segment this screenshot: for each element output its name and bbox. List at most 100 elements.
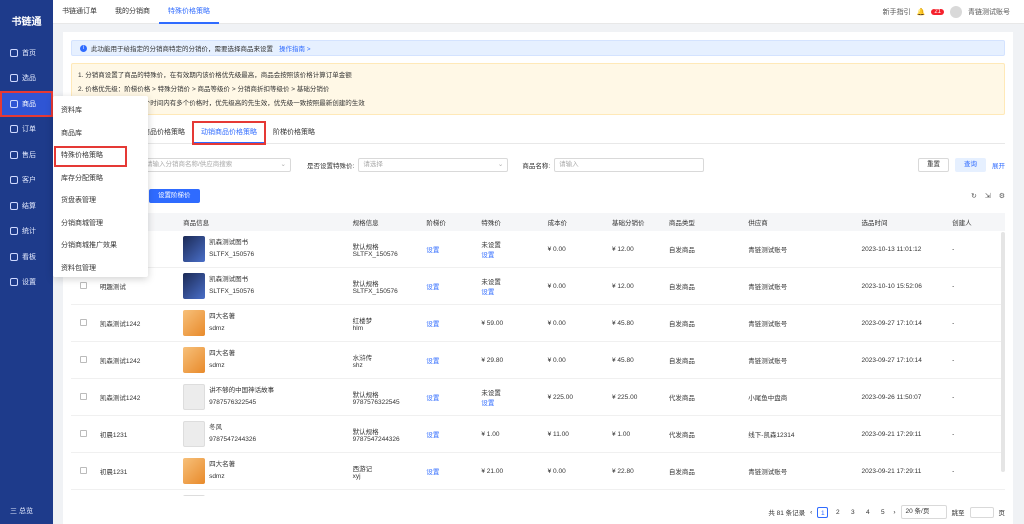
ladder-set-link[interactable]: 设置: [426, 247, 439, 254]
dropdown-item[interactable]: 分销商城推广效果: [53, 235, 148, 258]
spec-code: 9787547244326: [352, 435, 400, 443]
ladder-set-link[interactable]: 设置: [426, 358, 439, 365]
row-checkbox[interactable]: [79, 429, 87, 437]
sidebar-footer[interactable]: 三 总览: [10, 506, 33, 516]
checkbox-cell: [71, 466, 96, 476]
sidebar-item[interactable]: 客户: [0, 168, 53, 194]
sidebar-icon: [10, 252, 18, 261]
dropdown-item[interactable]: 货盘表管理: [53, 190, 148, 213]
page-size-select[interactable]: 20 条/页: [900, 505, 947, 519]
sidebar-item[interactable]: 首页: [0, 40, 53, 66]
page-number[interactable]: 3: [847, 507, 858, 518]
top-tab[interactable]: 我的分销商: [106, 0, 159, 24]
special-select[interactable]: 请选择 ⌄: [358, 158, 509, 172]
dropdown-item[interactable]: 库存分配策略: [53, 168, 148, 191]
sidebar-item[interactable]: 统计: [0, 219, 53, 245]
cell: ¥ 0.00: [544, 246, 608, 253]
sidebar-item[interactable]: 看板: [0, 244, 53, 270]
spec-name: 西游记: [352, 465, 373, 473]
jump-input[interactable]: [969, 506, 994, 518]
ladder-set-link[interactable]: 设置: [426, 432, 439, 439]
dropdown-item[interactable]: 特殊价格策略: [53, 145, 128, 168]
top-tab[interactable]: 书链通订单: [53, 0, 106, 24]
info-banner: i 此功能用于给指定的分销商特定的分销价，需要选择商品来设置 操作指南 >: [71, 40, 1005, 56]
time-value: 2023-10-10 15:52:06: [861, 282, 922, 290]
dropdown-item[interactable]: 商品库: [53, 123, 148, 146]
dropdown-item[interactable]: 资料包管理: [53, 258, 148, 281]
page-number[interactable]: 5: [877, 507, 888, 518]
supplier-value: 青链测试账号: [748, 284, 788, 291]
settings-icon[interactable]: ⚙: [999, 192, 1005, 200]
dropdown-item[interactable]: 资料库: [53, 100, 148, 123]
sidebar-item[interactable]: 商品: [0, 91, 53, 117]
scrollbar[interactable]: [1001, 232, 1005, 472]
row-checkbox[interactable]: [79, 392, 87, 400]
row-checkbox[interactable]: [79, 318, 87, 326]
page-number[interactable]: 1: [817, 506, 829, 518]
cell: -: [948, 320, 1005, 327]
dropdown-item[interactable]: 分销商城管理: [53, 213, 148, 236]
cell: 初晨1231: [96, 429, 179, 439]
sub-tab[interactable]: 阶梯价格策略: [265, 122, 323, 144]
cell: ¥ 225.00: [544, 394, 608, 401]
user-name[interactable]: 青链测试账号: [968, 7, 1010, 17]
row-checkbox[interactable]: [79, 281, 87, 289]
avatar[interactable]: [950, 5, 962, 18]
sidebar-item[interactable]: 售后: [0, 142, 53, 168]
name-value: 凯森测试1242: [99, 395, 141, 402]
supplier-value: 青链测试账号: [748, 321, 788, 328]
cell: 凯森测试图书 SLTFX_150576: [179, 236, 349, 262]
row-checkbox[interactable]: [79, 355, 87, 363]
row-checkbox[interactable]: [79, 466, 87, 474]
ladder-set-link[interactable]: 设置: [426, 469, 439, 476]
prev-icon[interactable]: ‹: [810, 509, 812, 516]
reset-button[interactable]: 重置: [918, 158, 949, 172]
special-set-link[interactable]: 设置: [481, 286, 539, 296]
distributor-select[interactable]: 请输入分销商名称/供应商搜索 ⌄: [141, 158, 291, 172]
page-number[interactable]: 4: [862, 507, 873, 518]
export-icon[interactable]: ⇲: [985, 192, 991, 200]
sidebar-item[interactable]: 结算: [0, 193, 53, 219]
sidebar-item[interactable]: 设置: [0, 270, 53, 296]
table-header: 分销商名称商品信息规格信息阶梯价特殊价成本价基础分销价商品类型供应商选品时间创建…: [71, 213, 1005, 231]
guide-link[interactable]: 新手指引: [883, 7, 911, 17]
expand-link[interactable]: 展开: [992, 160, 1005, 170]
special-set-link[interactable]: 设置: [481, 397, 539, 407]
top-tab[interactable]: 特殊价格策略: [159, 0, 219, 24]
name-input[interactable]: 请输入: [554, 158, 705, 172]
next-icon[interactable]: ›: [893, 509, 895, 516]
set-ladder-button[interactable]: 设置阶梯价: [149, 189, 200, 203]
query-button[interactable]: 查询: [955, 158, 986, 172]
table-row: 凯森测试1242 四大名著 sdmz 红楼梦 hlm 设置 ¥ 59.00 ¥ 0.00 ¥ 4…: [71, 305, 1005, 342]
bell-icon[interactable]: 🔔: [917, 8, 926, 16]
guide-link-inline[interactable]: 操作指南 >: [279, 43, 311, 53]
column-header: 商品类型: [668, 220, 695, 227]
table-row: 凯森测试1242 四大名著 sdmz 水浒传 shz 设置 ¥ 29.80 ¥ 0.00 ¥ 4…: [71, 342, 1005, 379]
special-set-link[interactable]: 设置: [481, 249, 539, 259]
cell: -: [948, 246, 1005, 253]
product-thumbnail: [183, 495, 206, 496]
column-header: 商品信息: [183, 220, 210, 227]
cell: 自发商品: [665, 244, 744, 254]
table-row: 凯森测试图书 SLTFX_150576 默认规格 SLTFX_150576 设置 未设置设…: [71, 231, 1005, 268]
refresh-icon[interactable]: ↻: [971, 192, 977, 200]
cell: ¥ 225.00: [608, 394, 665, 401]
cell: -: [948, 394, 1005, 401]
sidebar-item-label: 看板: [22, 253, 36, 261]
sidebar-item[interactable]: 选品: [0, 66, 53, 92]
sidebar-item[interactable]: 订单: [0, 117, 53, 143]
product-thumbnail: [183, 236, 206, 262]
sidebar-nav: 首页 选品 商品 订单 售后 客户 结算 统计看板设置: [0, 40, 53, 295]
table-row: 明趣测试 凯森测试图书 SLTFX_150576 默认规格 SLTFX_150576 设置…: [71, 268, 1005, 305]
special-price: ¥ 1.00: [481, 430, 500, 438]
sub-tab[interactable]: 动销商品价格策略: [192, 120, 266, 145]
product-code: sdmz: [209, 325, 225, 332]
product-code: 9787547244326: [209, 436, 257, 443]
creator-value: -: [952, 393, 955, 401]
ladder-set-link[interactable]: 设置: [426, 284, 439, 291]
page-number[interactable]: 2: [832, 507, 843, 518]
ladder-set-link[interactable]: 设置: [426, 395, 439, 402]
name-value: 初晨1231: [99, 469, 128, 476]
ladder-set-link[interactable]: 设置: [426, 321, 439, 328]
spec-name: 默认规格: [352, 243, 379, 251]
